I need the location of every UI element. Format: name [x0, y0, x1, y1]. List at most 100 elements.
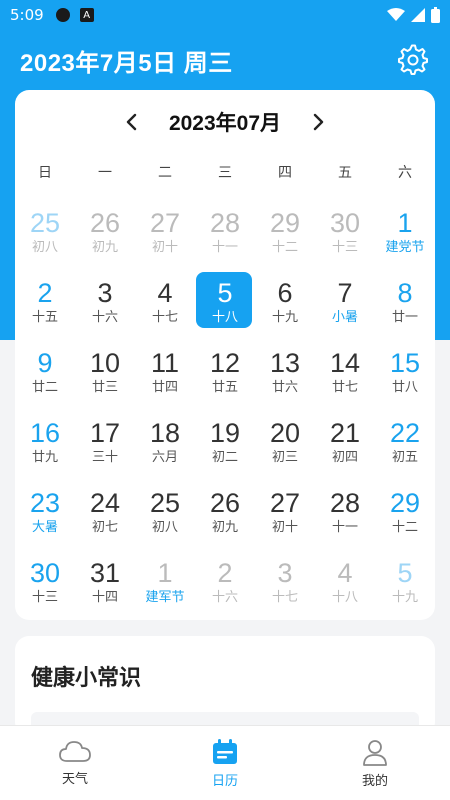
calendar-day-today[interactable]: 5 十八	[195, 272, 255, 342]
day-number: 17	[89, 418, 121, 448]
calendar-day[interactable]: 15 廿八	[375, 342, 435, 412]
calendar-day[interactable]: 21 初四	[315, 412, 375, 482]
nav-label: 天气	[61, 772, 88, 787]
calendar-day[interactable]: 12 廿五	[195, 342, 255, 412]
calendar-day[interactable]: 5 十九	[375, 552, 435, 622]
day-number: 22	[389, 418, 421, 448]
calendar-day[interactable]: 17 三十	[75, 412, 135, 482]
calendar-day[interactable]: 26 初九	[195, 482, 255, 552]
lunar-label: 十四	[91, 590, 118, 605]
calendar-day[interactable]: 24 初七	[75, 482, 135, 552]
day-number: 20	[269, 418, 301, 448]
calendar-day[interactable]: 1 建党节	[375, 202, 435, 272]
calendar-day[interactable]: 28 十一	[195, 202, 255, 272]
calendar-day[interactable]: 11 廿四	[135, 342, 195, 412]
calendar-day[interactable]: 25 初八	[15, 202, 75, 272]
day-number: 26	[209, 488, 241, 518]
calendar-day[interactable]: 29 十二	[375, 482, 435, 552]
lunar-label: 小暑	[331, 310, 358, 325]
nav-calendar[interactable]: 日历	[150, 726, 300, 800]
settings-button[interactable]	[396, 43, 430, 77]
chevron-right-icon	[313, 113, 324, 131]
day-number: 23	[29, 488, 61, 518]
calendar-day[interactable]: 7 小暑	[315, 272, 375, 342]
day-number: 31	[89, 558, 121, 588]
lunar-label: 十九	[391, 590, 418, 605]
day-number: 11	[150, 348, 180, 378]
calendar-day[interactable]: 4 十七	[135, 272, 195, 342]
calendar-day[interactable]: 27 初十	[135, 202, 195, 272]
calendar-day[interactable]: 18 六月	[135, 412, 195, 482]
day-number: 15	[389, 348, 421, 378]
prev-month-button[interactable]	[117, 107, 147, 137]
calendar-day[interactable]: 20 初三	[255, 412, 315, 482]
day-number: 30	[329, 208, 361, 238]
calendar-day[interactable]: 8 廿一	[375, 272, 435, 342]
calendar-day[interactable]: 29 十二	[255, 202, 315, 272]
lunar-label: 建军节	[145, 590, 185, 605]
nav-profile[interactable]: 我的	[300, 726, 450, 800]
calendar-day[interactable]: 16 廿九	[15, 412, 75, 482]
day-number: 25	[29, 208, 61, 238]
lunar-label: 初八	[31, 240, 58, 255]
lunar-label: 十一	[331, 520, 358, 535]
day-number: 1	[157, 558, 173, 588]
calendar-day[interactable]: 2 十五	[15, 272, 75, 342]
lunar-label: 六月	[151, 450, 178, 465]
calendar-day[interactable]: 25 初八	[135, 482, 195, 552]
calendar-icon	[213, 739, 237, 764]
lunar-label: 十三	[31, 590, 58, 605]
nav-weather[interactable]: 天气	[0, 726, 150, 800]
lunar-label: 廿五	[211, 380, 238, 395]
calendar-day[interactable]: 26 初九	[75, 202, 135, 272]
day-number: 30	[29, 558, 61, 588]
calendar-day[interactable]: 14 廿七	[315, 342, 375, 412]
calendar-day[interactable]: 2 十六	[195, 552, 255, 622]
health-tips-title: 健康小常识	[31, 666, 142, 691]
lunar-label: 初二	[211, 450, 238, 465]
calendar-card: 2023年07月 日 一 二 三 四 五 六 25 初八 26 初九 27 初十 28 十一 2…	[15, 90, 435, 620]
weekday-label: 三	[218, 165, 232, 181]
day-number: 29	[269, 208, 301, 238]
lunar-label: 初九	[91, 240, 118, 255]
lunar-label: 廿四	[151, 380, 178, 395]
day-number: 10	[89, 348, 121, 378]
nav-label: 我的	[361, 774, 388, 789]
day-number: 28	[209, 208, 241, 238]
day-number: 7	[337, 278, 353, 308]
calendar-day[interactable]: 9 廿二	[15, 342, 75, 412]
calendar-day[interactable]: 10 廿三	[75, 342, 135, 412]
health-tips-card: 健康小常识	[15, 636, 435, 736]
weekday-label: 二	[158, 165, 172, 181]
lunar-label: 初九	[211, 520, 238, 535]
calendar-day[interactable]: 13 廿六	[255, 342, 315, 412]
calendar-day[interactable]: 28 十一	[315, 482, 375, 552]
lunar-label: 廿三	[91, 380, 118, 395]
calendar-day[interactable]: 31 十四	[75, 552, 135, 622]
lunar-label: 十九	[271, 310, 298, 325]
calendar-day[interactable]: 4 十八	[315, 552, 375, 622]
calendar-day[interactable]: 6 十九	[255, 272, 315, 342]
calendar-day[interactable]: 22 初五	[375, 412, 435, 482]
calendar-day[interactable]: 30 十三	[315, 202, 375, 272]
calendar-day[interactable]: 3 十七	[255, 552, 315, 622]
weekday-label: 五	[338, 165, 352, 181]
calendar-day[interactable]: 3 十六	[75, 272, 135, 342]
calendar-day[interactable]: 27 初十	[255, 482, 315, 552]
battery-icon	[431, 7, 440, 23]
calendar-day[interactable]: 30 十三	[15, 552, 75, 622]
calendar-day[interactable]: 19 初二	[195, 412, 255, 482]
calendar-day[interactable]: 1 建军节	[135, 552, 195, 622]
lunar-label: 初十	[151, 240, 178, 255]
next-month-button[interactable]	[303, 107, 333, 137]
day-number: 2	[37, 278, 53, 308]
day-number: 3	[97, 278, 113, 308]
day-number: 26	[89, 208, 121, 238]
calendar-day[interactable]: 23 大暑	[15, 482, 75, 552]
lunar-label: 廿二	[31, 380, 58, 395]
day-number: 27	[269, 488, 301, 518]
lunar-label: 初三	[271, 450, 298, 465]
day-number: 29	[389, 488, 421, 518]
lunar-label: 初七	[91, 520, 118, 535]
day-number: 16	[29, 418, 61, 448]
